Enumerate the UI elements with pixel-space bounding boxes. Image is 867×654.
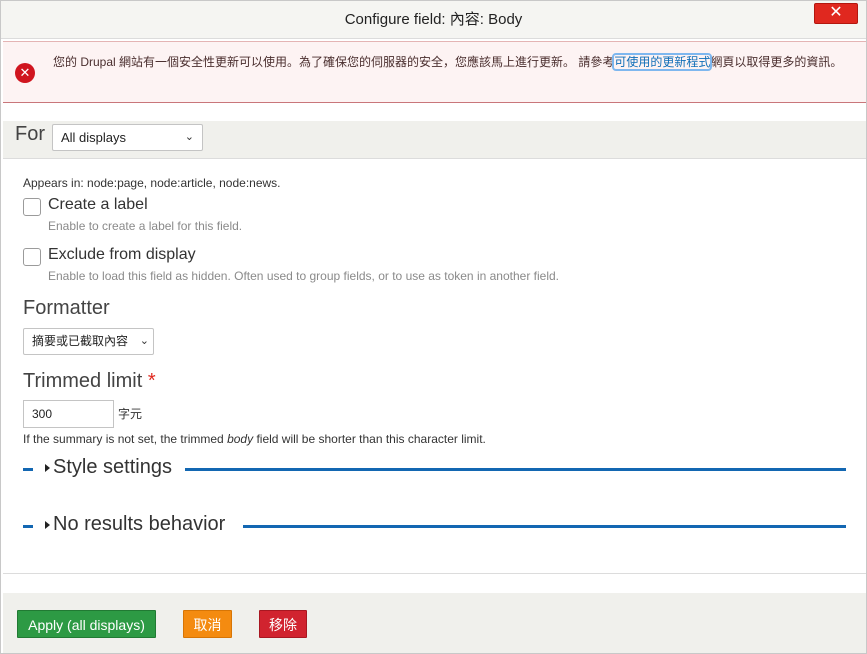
triangle-right-icon: [45, 521, 50, 529]
exclude-display-checkbox[interactable]: [23, 248, 41, 266]
footer-divider: [3, 573, 866, 574]
available-updates-link[interactable]: 可使用的更新程式: [612, 53, 713, 71]
section-dash: [23, 468, 33, 471]
formatter-heading: Formatter: [23, 297, 110, 319]
section-dash: [23, 525, 33, 528]
chevron-down-icon: ⌄: [139, 335, 149, 347]
appears-in-text: Appears in: node:page, node:article, nod…: [23, 176, 281, 190]
apply-all-displays-button[interactable]: Apply (all displays): [17, 610, 156, 638]
error-x-icon: ✕: [15, 63, 35, 83]
triangle-right-icon: [45, 464, 50, 472]
display-select-value: All displays: [61, 130, 127, 145]
remove-button[interactable]: 移除: [259, 610, 307, 638]
close-icon: ✕: [829, 4, 843, 21]
configure-field-dialog: Configure field: 內容: Body ✕ ✕ 您的 Drupal …: [0, 0, 867, 654]
trimmed-limit-suffix: 字元: [118, 407, 143, 421]
create-label-description: Enable to create a label for this field.: [48, 219, 243, 233]
trimmed-limit-heading-text: Trimmed limit: [23, 370, 143, 392]
for-label: For: [15, 123, 45, 145]
no-results-behavior-label: No results behavior: [53, 513, 226, 535]
section-divider: [243, 525, 846, 528]
formatter-select[interactable]: 摘要或已截取內容 ⌄: [23, 328, 154, 355]
close-button[interactable]: ✕: [814, 3, 858, 24]
style-settings-label: Style settings: [53, 456, 172, 478]
no-results-behavior-toggle[interactable]: No results behavior: [23, 511, 846, 541]
create-label-checkbox[interactable]: [23, 198, 41, 216]
display-override-bar: For All displays ⌄: [3, 121, 866, 159]
formatter-select-value: 摘要或已截取內容: [32, 334, 129, 348]
trimmed-limit-description: If the summary is not set, the trimmed b…: [23, 432, 486, 446]
exclude-display-description: Enable to load this field as hidden. Oft…: [48, 269, 559, 283]
trimmed-limit-heading: Trimmed limit *: [23, 370, 156, 393]
dialog-title: Configure field: 內容: Body: [344, 11, 523, 28]
create-label-label[interactable]: Create a label: [48, 196, 148, 214]
exclude-display-label[interactable]: Exclude from display: [48, 246, 196, 264]
style-settings-toggle[interactable]: Style settings: [23, 454, 846, 484]
cancel-button[interactable]: 取消: [183, 610, 232, 638]
display-select[interactable]: All displays ⌄: [52, 124, 203, 151]
dialog-button-pane: Apply (all displays) 取消 移除: [3, 593, 866, 653]
error-message: ✕ 您的 Drupal 網站有一個安全性更新可以使用。為了確保您的伺服器的安全，…: [3, 41, 866, 103]
dialog-titlebar: Configure field: 內容: Body ✕: [1, 1, 866, 39]
error-message-text: 您的 Drupal 網站有一個安全性更新可以使用。為了確保您的伺服器的安全，您應…: [53, 53, 843, 71]
chevron-down-icon: ⌄: [184, 131, 194, 143]
required-marker: *: [147, 370, 156, 392]
trimmed-limit-input[interactable]: 300: [23, 400, 114, 428]
section-divider: [185, 468, 846, 471]
